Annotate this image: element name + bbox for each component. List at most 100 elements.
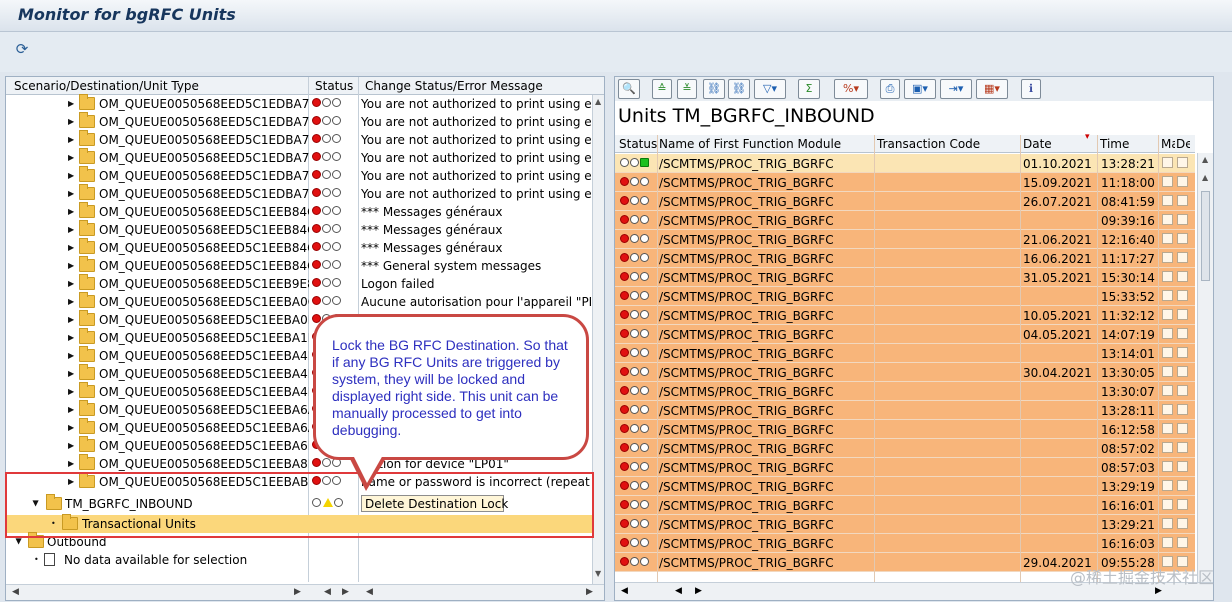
expand-icon[interactable]: ▶: [68, 351, 74, 360]
expand-icon[interactable]: ▶: [68, 243, 74, 252]
de-checkbox[interactable]: [1177, 214, 1188, 225]
ma-checkbox[interactable]: [1162, 385, 1173, 396]
expand-icon[interactable]: ▶: [68, 423, 74, 432]
tree-node-queue[interactable]: ▶ OM_QUEUE0050568EED5C1EDBA7885 You are no…: [6, 112, 592, 131]
de-checkbox[interactable]: [1177, 366, 1188, 377]
de-checkbox[interactable]: [1177, 176, 1188, 187]
de-checkbox[interactable]: [1177, 195, 1188, 206]
layout-icon[interactable]: ▦▾: [976, 79, 1008, 99]
scroll-right-icon[interactable]: ▶: [586, 587, 593, 597]
unit-row[interactable]: /SCMTMS/PROC_TRIG_BGRFC 13:29:19: [615, 477, 1195, 496]
expand-icon[interactable]: ▶: [68, 153, 74, 162]
de-checkbox[interactable]: [1177, 271, 1188, 282]
tree-horizontal-scrollbar[interactable]: ◀ ▶ ◀ ▶ ◀ ▶: [6, 584, 604, 600]
scroll-left-icon[interactable]: ◀: [675, 586, 682, 596]
de-checkbox[interactable]: [1177, 385, 1188, 396]
ma-checkbox[interactable]: [1162, 271, 1173, 282]
ma-checkbox[interactable]: [1162, 157, 1173, 168]
scroll-right-icon[interactable]: ▶: [294, 587, 301, 597]
ma-checkbox[interactable]: [1162, 480, 1173, 491]
unit-row[interactable]: /SCMTMS/PROC_TRIG_BGRFC 16:16:03: [615, 534, 1195, 553]
header-scenario[interactable]: Scenario/Destination/Unit Type: [14, 79, 199, 93]
tree-node-queue[interactable]: ▶ OM_QUEUE0050568EED5C1EDBA788E You are no…: [6, 166, 592, 185]
scroll-up-icon[interactable]: ▲: [1202, 173, 1208, 182]
expand-icon[interactable]: ▶: [15, 538, 24, 544]
de-checkbox[interactable]: [1177, 461, 1188, 472]
expand-icon[interactable]: ▶: [68, 225, 74, 234]
unit-row[interactable]: /SCMTMS/PROC_TRIG_BGRFC 21.06.2021 12:16:4…: [615, 230, 1195, 249]
de-checkbox[interactable]: [1177, 309, 1188, 320]
tree-node-queue[interactable]: ▶ OM_QUEUE0050568EED5C1EDBA7887 You are no…: [6, 148, 592, 167]
details-icon[interactable]: 🔍: [618, 79, 640, 99]
ma-checkbox[interactable]: [1162, 518, 1173, 529]
expand-icon[interactable]: ▶: [68, 171, 74, 180]
unit-row[interactable]: /SCMTMS/PROC_TRIG_BGRFC 08:57:03: [615, 458, 1195, 477]
de-checkbox[interactable]: [1177, 290, 1188, 301]
de-checkbox[interactable]: [1177, 252, 1188, 263]
sort-ascending-icon[interactable]: ≙: [652, 79, 672, 99]
de-checkbox[interactable]: [1177, 404, 1188, 415]
tree-node-queue[interactable]: ▶ OM_QUEUE0050568EED5C1EEB9E80D Logon fail…: [6, 274, 592, 293]
tree-node-queue[interactable]: ▶ OM_QUEUE0050568EED5C1EEB84C24 *** Messag…: [6, 220, 592, 239]
unit-row[interactable]: /SCMTMS/PROC_TRIG_BGRFC 13:29:21: [615, 515, 1195, 534]
de-checkbox[interactable]: [1177, 233, 1188, 244]
expand-icon[interactable]: ▶: [68, 405, 74, 414]
unit-row[interactable]: /SCMTMS/PROC_TRIG_BGRFC 16.06.2021 11:17:2…: [615, 249, 1195, 268]
ma-checkbox[interactable]: [1162, 404, 1173, 415]
col-de[interactable]: De: [1176, 137, 1190, 151]
unit-row[interactable]: /SCMTMS/PROC_TRIG_BGRFC 01.10.2021 13:28:2…: [615, 154, 1195, 173]
tree-node-queue[interactable]: ▶ OM_QUEUE0050568EED5C1EEB84C1E *** Messag…: [6, 202, 592, 221]
scroll-left-icon[interactable]: ◀: [366, 587, 373, 597]
unit-row[interactable]: /SCMTMS/PROC_TRIG_BGRFC 13:30:07: [615, 382, 1195, 401]
expand-icon[interactable]: ▶: [68, 261, 74, 270]
col-date[interactable]: Date: [1023, 137, 1052, 151]
ma-checkbox[interactable]: [1162, 537, 1173, 548]
refresh-icon[interactable]: ⟳: [12, 39, 32, 59]
de-checkbox[interactable]: [1177, 157, 1188, 168]
tree-node-queue[interactable]: ▶ OM_QUEUE0050568EED5C1EDBA7880 You are no…: [6, 130, 592, 149]
ma-checkbox[interactable]: [1162, 461, 1173, 472]
expand-icon[interactable]: ▶: [68, 459, 74, 468]
header-message[interactable]: Change Status/Error Message: [365, 79, 543, 93]
scroll-thumb[interactable]: [1201, 191, 1210, 281]
col-transaction-code[interactable]: Transaction Code: [877, 137, 980, 151]
expand-icon[interactable]: ▶: [68, 99, 74, 108]
ma-checkbox[interactable]: [1162, 328, 1173, 339]
ma-checkbox[interactable]: [1162, 195, 1173, 206]
unit-row[interactable]: /SCMTMS/PROC_TRIG_BGRFC 08:57:02: [615, 439, 1195, 458]
ma-checkbox[interactable]: [1162, 366, 1173, 377]
de-checkbox[interactable]: [1177, 328, 1188, 339]
de-checkbox[interactable]: [1177, 442, 1188, 453]
scroll-left-icon[interactable]: ◀: [324, 587, 331, 597]
expand-icon[interactable]: ▶: [68, 117, 74, 126]
expand-icon[interactable]: ▶: [68, 135, 74, 144]
tree-node-queue[interactable]: ▶ OM_QUEUE0050568EED5C1EEBA0CB6 Aucune aut…: [6, 292, 592, 311]
expand-icon[interactable]: ▶: [68, 279, 74, 288]
expand-icon[interactable]: ▶: [68, 333, 74, 342]
unit-row[interactable]: /SCMTMS/PROC_TRIG_BGRFC 15.09.2021 11:18:0…: [615, 173, 1195, 192]
de-checkbox[interactable]: [1177, 423, 1188, 434]
expand-icon[interactable]: ▶: [68, 297, 74, 306]
scroll-down-icon[interactable]: ▼: [595, 569, 601, 578]
scroll-left-icon[interactable]: ◀: [621, 586, 628, 596]
de-checkbox[interactable]: [1177, 347, 1188, 358]
subtotal-icon[interactable]: %▾: [834, 79, 868, 99]
ma-checkbox[interactable]: [1162, 290, 1173, 301]
col-function-module[interactable]: Name of First Function Module: [659, 137, 841, 151]
de-checkbox[interactable]: [1177, 537, 1188, 548]
unit-row[interactable]: /SCMTMS/PROC_TRIG_BGRFC 15:33:52: [615, 287, 1195, 306]
print-icon[interactable]: ⎙: [880, 79, 900, 99]
views-icon[interactable]: ▣▾: [904, 79, 936, 99]
find-next-icon[interactable]: ⛓: [728, 79, 750, 99]
header-status[interactable]: Status: [315, 79, 353, 93]
sort-descending-icon[interactable]: ≚: [677, 79, 697, 99]
ma-checkbox[interactable]: [1162, 423, 1173, 434]
scroll-up-icon[interactable]: ▲: [595, 97, 601, 106]
find-icon[interactable]: ⛓: [703, 79, 725, 99]
unit-row[interactable]: /SCMTMS/PROC_TRIG_BGRFC 30.04.2021 13:30:0…: [615, 363, 1195, 382]
ma-checkbox[interactable]: [1162, 347, 1173, 358]
expand-icon[interactable]: ▶: [68, 207, 74, 216]
col-ma[interactable]: Ma: [1161, 137, 1175, 151]
expand-icon[interactable]: ▶: [68, 369, 74, 378]
tree-node-queue[interactable]: ▶ OM_QUEUE0050568EED5C1EDBA787C You are no…: [6, 94, 592, 113]
